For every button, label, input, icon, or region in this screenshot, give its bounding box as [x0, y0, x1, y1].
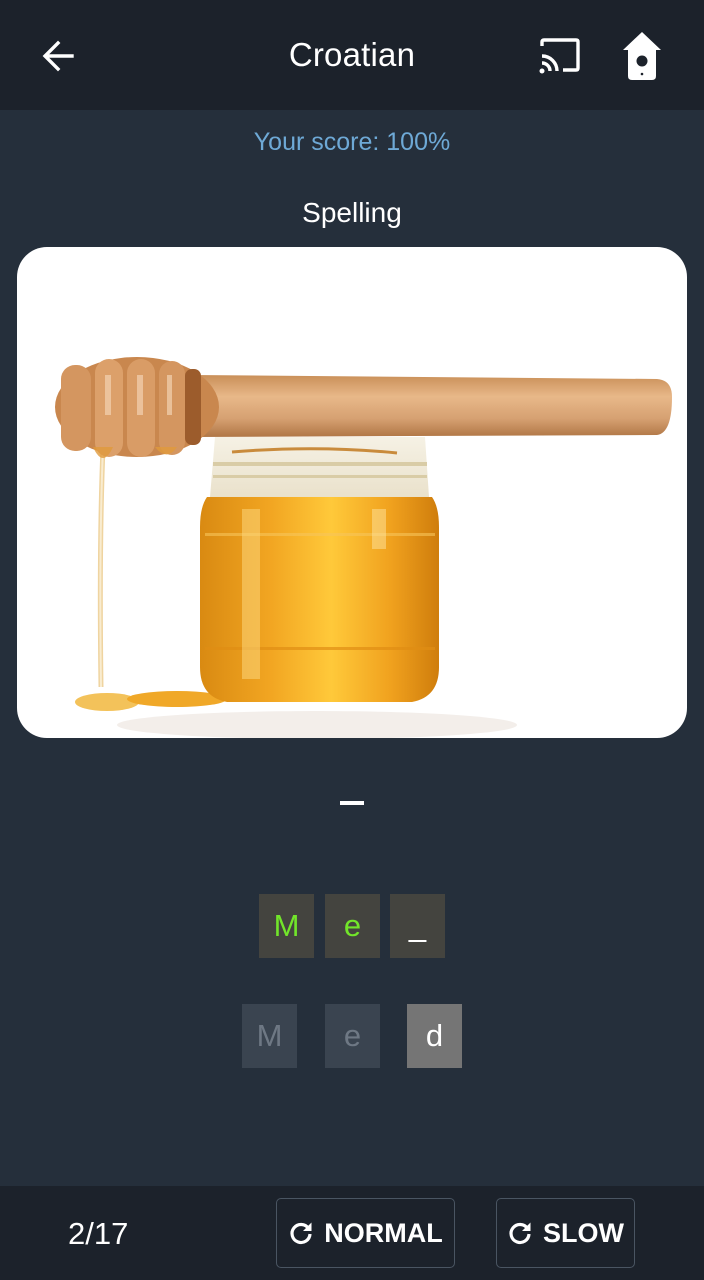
word-picture — [17, 247, 687, 738]
letter-choice-label: d — [425, 1018, 444, 1053]
answer-slot: e — [325, 894, 380, 958]
answer-slot: M — [259, 894, 314, 958]
letter-choice-used[interactable]: M — [242, 1004, 297, 1068]
cast-button[interactable] — [532, 28, 588, 84]
play-normal-button[interactable]: NORMAL — [276, 1198, 455, 1268]
score-text: Your score: 100% — [253, 128, 451, 156]
replay-icon — [288, 1220, 314, 1246]
exercise-mode-label: Spelling — [302, 197, 402, 228]
replay-icon — [507, 1220, 533, 1246]
letter-choice-available[interactable]: d — [407, 1004, 462, 1068]
cast-icon — [539, 38, 580, 74]
answer-slot-empty: _ — [390, 894, 445, 958]
play-slow-label: SLOW — [543, 1217, 624, 1248]
answer-blank — [340, 801, 364, 805]
progress-counter: 2/17 — [68, 1216, 129, 1251]
letter-choice-label: M — [256, 1018, 283, 1053]
letter-choice-label: e — [343, 1018, 362, 1053]
honey-jar-illustration — [55, 357, 672, 738]
answer-slot-letter: e — [343, 908, 362, 943]
birdhouse-home-icon — [623, 32, 661, 80]
answer-slot-letter: M — [273, 908, 300, 943]
page-title: Croatian — [288, 36, 416, 73]
letter-choice-used[interactable]: e — [325, 1004, 380, 1068]
home-button[interactable] — [614, 24, 670, 88]
play-slow-button[interactable]: SLOW — [496, 1198, 635, 1268]
play-normal-label: NORMAL — [324, 1217, 443, 1248]
answer-slot-letter: _ — [408, 908, 427, 943]
